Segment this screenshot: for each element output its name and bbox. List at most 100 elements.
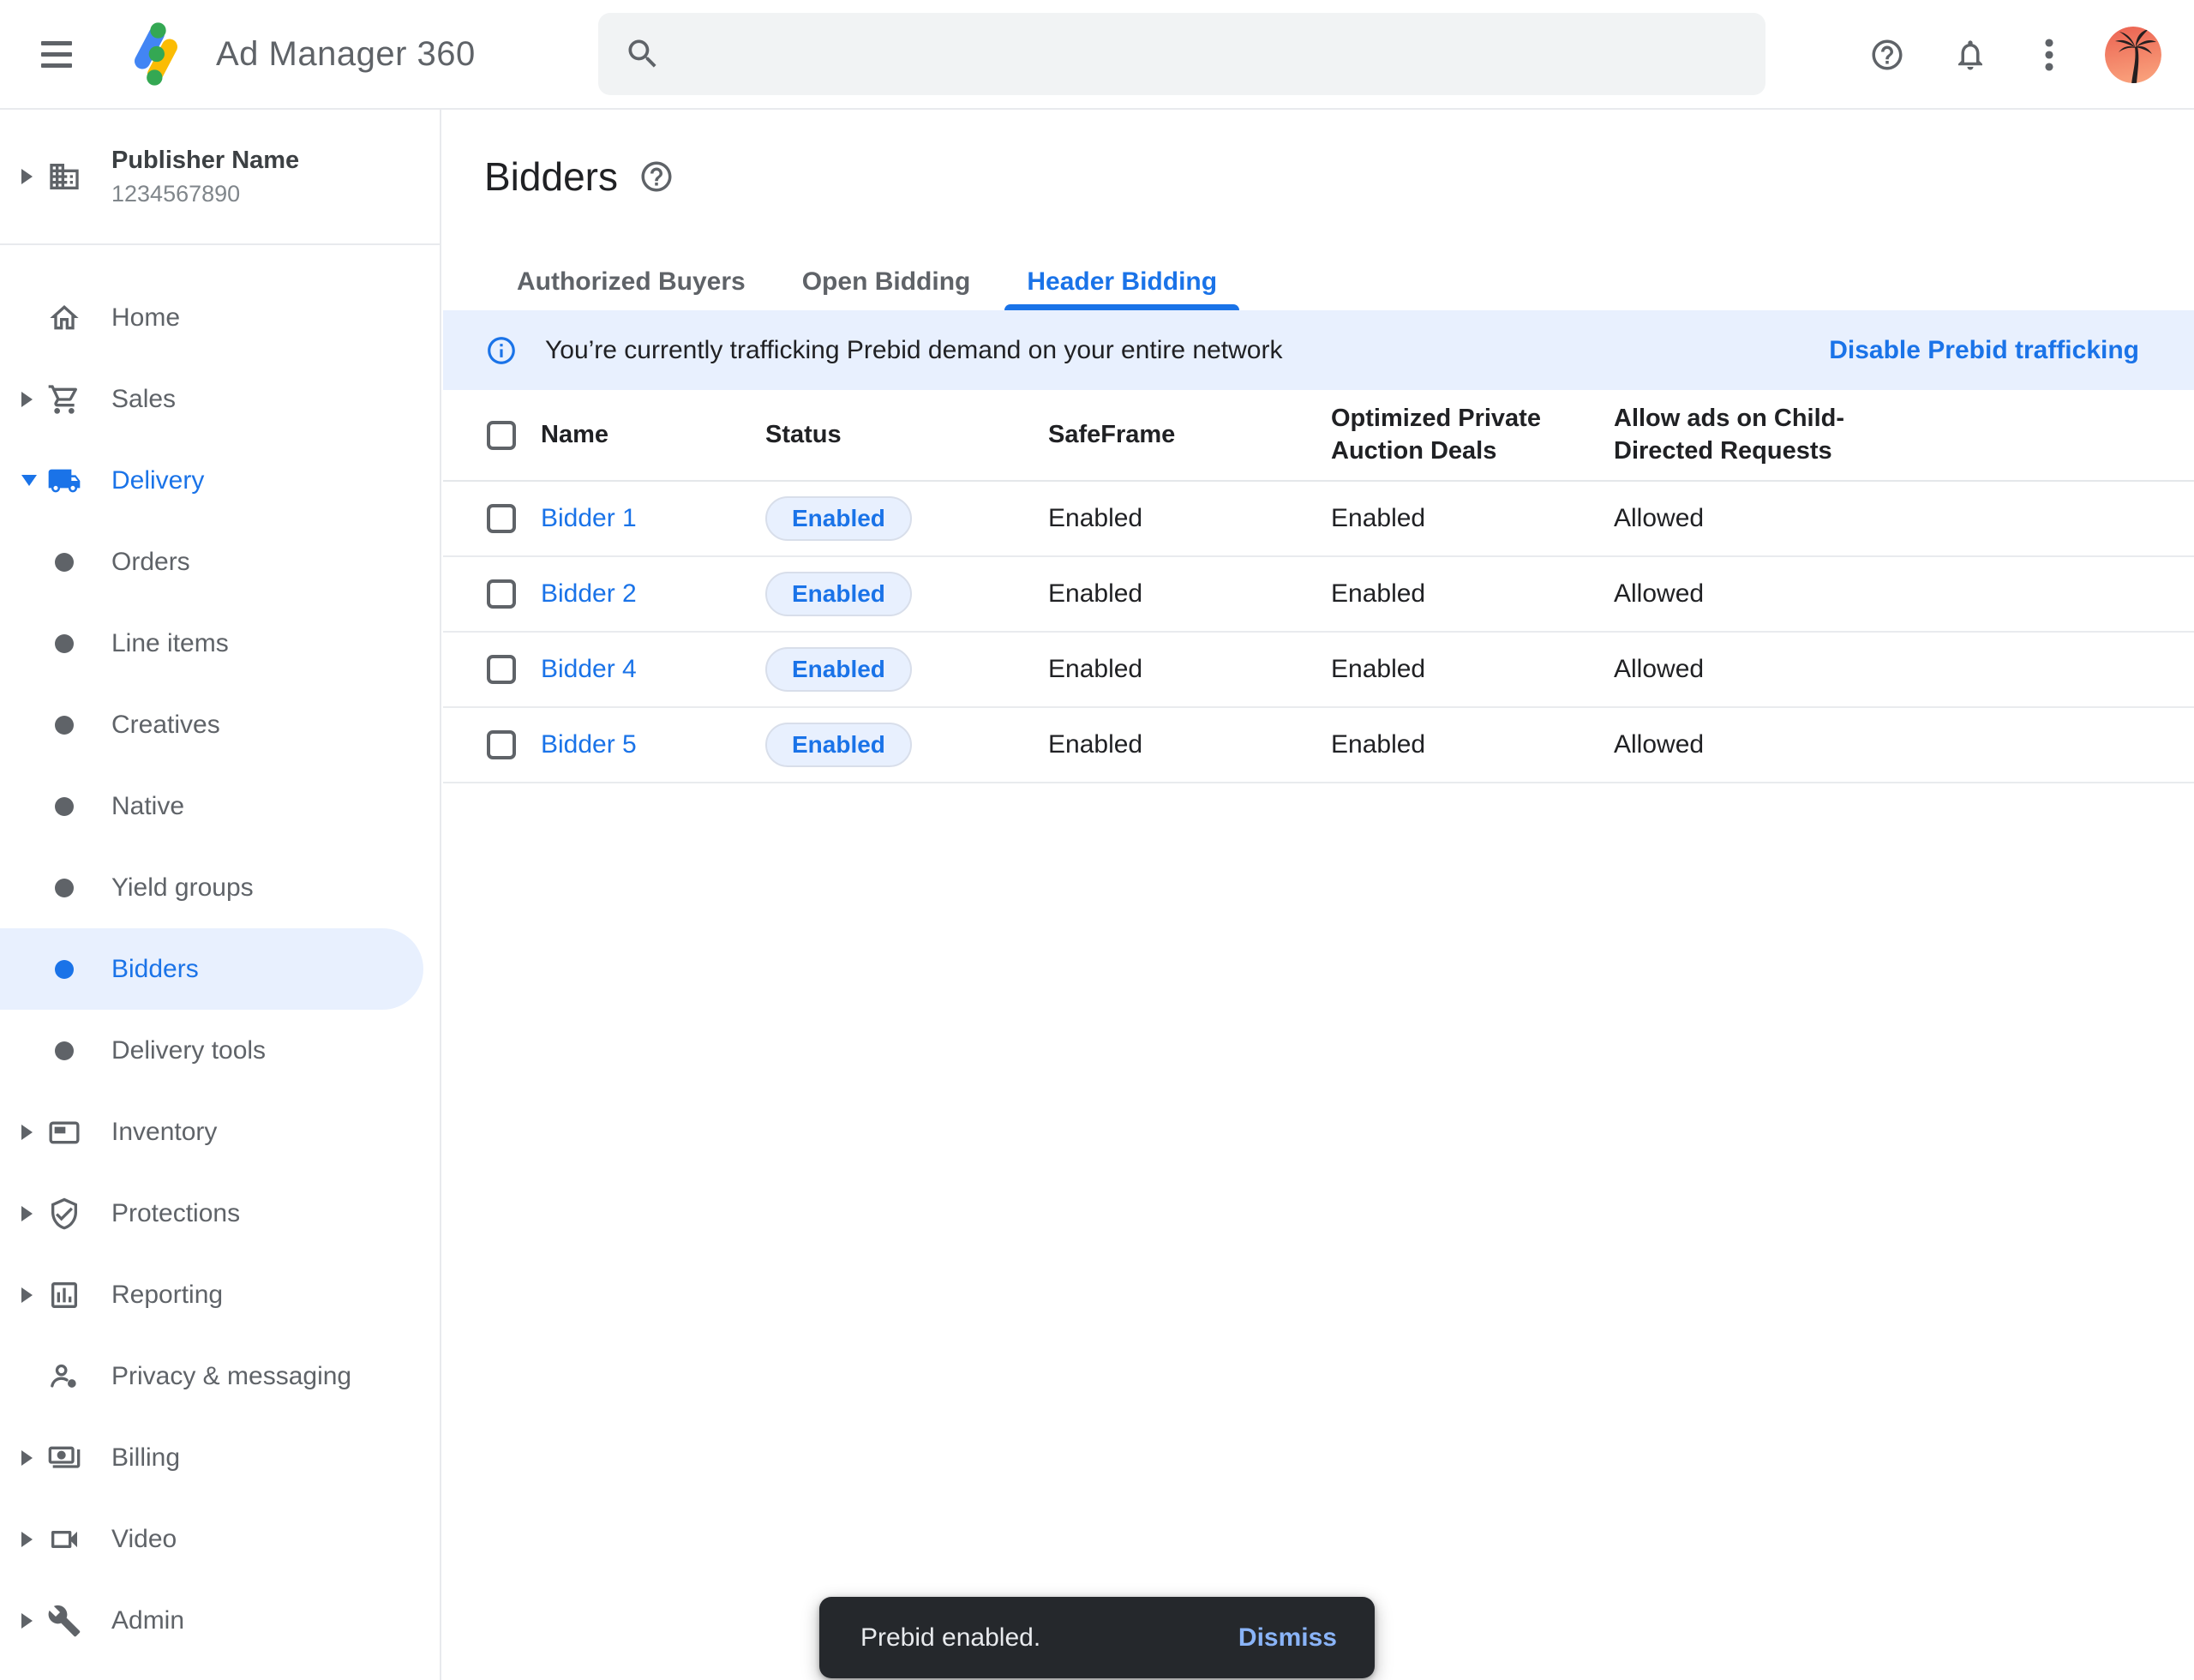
- page-title: Bidders: [484, 153, 618, 200]
- sidebar-publisher-selector[interactable]: Publisher Name 1234567890: [0, 110, 440, 245]
- chevron-right-icon: [21, 392, 33, 407]
- bullet-dot-icon: [55, 553, 74, 572]
- bidder-name-link[interactable]: Bidder 5: [541, 730, 637, 759]
- sidebar-item-bidders[interactable]: Bidders: [0, 928, 423, 1010]
- building-icon: [47, 159, 81, 194]
- sidebar-item-privacy-messaging[interactable]: Privacy & messaging: [0, 1335, 440, 1417]
- chevron-right-icon: [21, 1613, 33, 1629]
- search-input[interactable]: [662, 13, 1765, 95]
- bidder-name-link[interactable]: Bidder 4: [541, 655, 637, 683]
- disable-prebid-trafficking-link[interactable]: Disable Prebid trafficking: [1829, 336, 2139, 365]
- status-chip[interactable]: Enabled: [765, 496, 912, 541]
- snackbar-toast: Prebid enabled. Dismiss: [819, 1597, 1375, 1678]
- optimized-private-auction-deals-value: Enabled: [1331, 655, 1614, 684]
- column-header-safeframe: SafeFrame: [1048, 419, 1331, 451]
- row-checkbox[interactable]: [487, 579, 516, 609]
- search-bar[interactable]: [598, 13, 1765, 95]
- help-icon[interactable]: [1869, 37, 1905, 73]
- child-directed-value: Allowed: [1614, 655, 2194, 684]
- more-options-kebab-icon[interactable]: [2043, 37, 2055, 73]
- shield-check-icon: [47, 1197, 81, 1231]
- bullet-dot-icon: [55, 716, 74, 735]
- wrench-icon: [47, 1604, 81, 1638]
- optimized-private-auction-deals-value: Enabled: [1331, 730, 1614, 759]
- sidebar-nav: Publisher Name 1234567890 Home Sales: [0, 110, 441, 1680]
- chevron-right-icon: [21, 1532, 33, 1547]
- column-header-allow-ads-child-directed: Allow ads on Child-Directed Requests: [1614, 403, 2194, 466]
- select-all-checkbox[interactable]: [487, 421, 516, 450]
- optimized-private-auction-deals-value: Enabled: [1331, 579, 1614, 609]
- sidebar-item-sales[interactable]: Sales: [0, 358, 440, 440]
- row-checkbox[interactable]: [487, 730, 516, 759]
- cart-icon: [47, 382, 81, 417]
- home-icon: [47, 301, 81, 335]
- search-icon: [624, 35, 662, 73]
- main-content: Bidders Authorized Buyers Open Bidding H…: [443, 110, 2194, 1680]
- table-row: Bidder 4 Enabled Enabled Enabled Allowed: [443, 633, 2194, 708]
- child-directed-value: Allowed: [1614, 730, 2194, 759]
- bullet-dot-icon: [55, 634, 74, 653]
- page-help-icon[interactable]: [638, 159, 674, 195]
- sidebar-item-line-items[interactable]: Line items: [0, 603, 440, 684]
- app-title: Ad Manager 360: [216, 35, 476, 74]
- sidebar-item-video[interactable]: Video: [0, 1498, 440, 1580]
- sidebar-item-home[interactable]: Home: [0, 277, 440, 358]
- bidder-name-link[interactable]: Bidder 1: [541, 504, 637, 532]
- child-directed-value: Allowed: [1614, 579, 2194, 609]
- bidder-name-link[interactable]: Bidder 2: [541, 579, 637, 608]
- chevron-right-icon: [21, 1287, 33, 1303]
- sidebar-item-inventory[interactable]: Inventory: [0, 1091, 440, 1173]
- sidebar-item-delivery-tools[interactable]: Delivery tools: [0, 1010, 440, 1091]
- child-directed-value: Allowed: [1614, 504, 2194, 533]
- publisher-network-id: 1234567890: [111, 181, 299, 207]
- tab-authorized-buyers[interactable]: Authorized Buyers: [495, 233, 768, 310]
- table-row: Bidder 1 Enabled Enabled Enabled Allowed: [443, 482, 2194, 557]
- safeframe-value: Enabled: [1048, 730, 1331, 759]
- safeframe-value: Enabled: [1048, 579, 1331, 609]
- sidebar-item-orders[interactable]: Orders: [0, 521, 440, 603]
- sidebar-item-native[interactable]: Native: [0, 765, 440, 847]
- publisher-name: Publisher Name: [111, 147, 299, 175]
- sidebar-item-protections[interactable]: Protections: [0, 1173, 440, 1254]
- dismiss-button[interactable]: Dismiss: [1238, 1623, 1337, 1653]
- top-app-bar: Ad Manager 360: [0, 0, 2194, 110]
- row-checkbox[interactable]: [487, 504, 516, 533]
- toast-message: Prebid enabled.: [860, 1623, 1040, 1653]
- safeframe-value: Enabled: [1048, 655, 1331, 684]
- palm-tree-avatar-image: [2105, 27, 2161, 83]
- sidebar-item-yield-groups[interactable]: Yield groups: [0, 847, 440, 928]
- notifications-bell-icon[interactable]: [1952, 37, 1988, 73]
- sidebar-item-billing[interactable]: Billing: [0, 1417, 440, 1498]
- table-row: Bidder 2 Enabled Enabled Enabled Allowed: [443, 557, 2194, 633]
- status-chip[interactable]: Enabled: [765, 572, 912, 616]
- bullet-dot-icon: [55, 1041, 74, 1060]
- table-row: Bidder 5 Enabled Enabled Enabled Allowed: [443, 708, 2194, 783]
- banner-message: You’re currently trafficking Prebid dema…: [545, 336, 1282, 365]
- ad-manager-logo-icon: [122, 20, 190, 88]
- sidebar-item-admin[interactable]: Admin: [0, 1580, 440, 1661]
- chevron-right-icon: [21, 1206, 33, 1221]
- column-header-status: Status: [765, 419, 1048, 451]
- sidebar-item-delivery[interactable]: Delivery: [0, 440, 440, 521]
- sidebar-item-creatives[interactable]: Creatives: [0, 684, 440, 765]
- status-chip[interactable]: Enabled: [765, 723, 912, 767]
- column-header-optimized-private-auction-deals: Optimized Private Auction Deals: [1331, 403, 1614, 466]
- table-header-row: Name Status SafeFrame Optimized Private …: [443, 390, 2194, 482]
- tab-bar: Authorized Buyers Open Bidding Header Bi…: [443, 233, 2194, 310]
- bar-chart-icon: [47, 1278, 81, 1312]
- tab-open-bidding[interactable]: Open Bidding: [780, 233, 993, 310]
- bullet-dot-icon: [55, 797, 74, 816]
- status-chip[interactable]: Enabled: [765, 647, 912, 692]
- tab-header-bidding[interactable]: Header Bidding: [1004, 233, 1239, 310]
- avatar[interactable]: [2105, 27, 2161, 83]
- chevron-right-icon: [21, 1450, 33, 1466]
- bullet-dot-icon: [55, 960, 74, 979]
- sidebar-item-reporting[interactable]: Reporting: [0, 1254, 440, 1335]
- banknote-icon: [47, 1441, 81, 1475]
- optimized-private-auction-deals-value: Enabled: [1331, 504, 1614, 533]
- menu-icon[interactable]: [41, 41, 72, 68]
- info-icon: [485, 334, 518, 367]
- row-checkbox[interactable]: [487, 655, 516, 684]
- person-badge-icon: [47, 1359, 81, 1394]
- bullet-dot-icon: [55, 879, 74, 897]
